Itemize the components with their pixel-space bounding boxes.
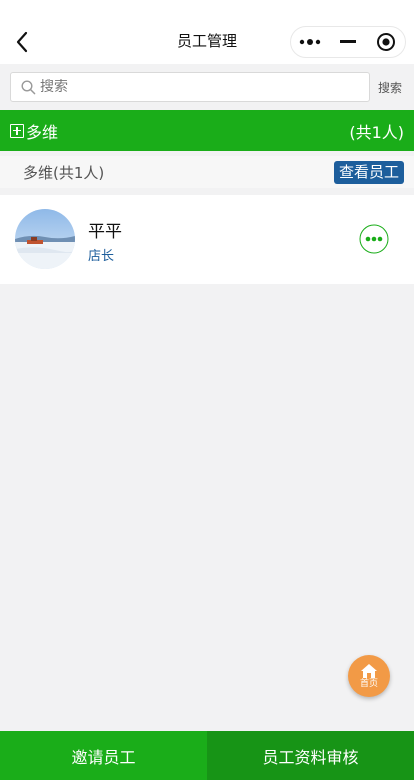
bottom-action-bar: 邀请员工 员工资料审核 [0, 731, 414, 780]
member-name: 平平 [88, 222, 122, 242]
fab-label: 首页 [359, 678, 378, 689]
group-name: 多维 [26, 122, 59, 142]
list-item[interactable]: 平平 店长 [0, 195, 414, 284]
mini-program-capsule [290, 26, 406, 58]
expand-plus-icon[interactable] [10, 123, 24, 138]
menu-button[interactable] [291, 27, 329, 57]
search-icon [21, 79, 36, 94]
more-dots-icon [299, 39, 321, 45]
subgroup-row: 多维(共1人) 查看员工 [0, 156, 414, 188]
search-box[interactable] [10, 72, 370, 102]
target-icon [377, 33, 395, 51]
search-button[interactable]: 搜索 [378, 79, 402, 96]
subgroup-label: 多维(共1人) [23, 163, 105, 182]
home-fab-button[interactable]: 首页 [348, 655, 390, 697]
close-button[interactable] [367, 27, 405, 57]
minimize-button[interactable] [329, 27, 367, 57]
invite-staff-button[interactable]: 邀请员工 [0, 731, 207, 780]
search-bar: 搜索 [0, 64, 414, 110]
member-more-button[interactable] [359, 224, 389, 254]
staff-review-button[interactable]: 员工资料审核 [207, 731, 414, 780]
group-header[interactable]: 多维 (共1人) [0, 110, 414, 151]
home-icon [361, 663, 377, 678]
navigation-bar: 员工管理 [0, 0, 414, 64]
avatar [15, 209, 75, 269]
member-role: 店长 [88, 249, 115, 264]
search-input[interactable] [40, 79, 369, 95]
group-count: (共1人) [349, 122, 404, 142]
more-dots-icon [359, 224, 389, 254]
view-staff-button[interactable]: 查看员工 [333, 160, 404, 184]
minimize-icon [340, 40, 356, 43]
